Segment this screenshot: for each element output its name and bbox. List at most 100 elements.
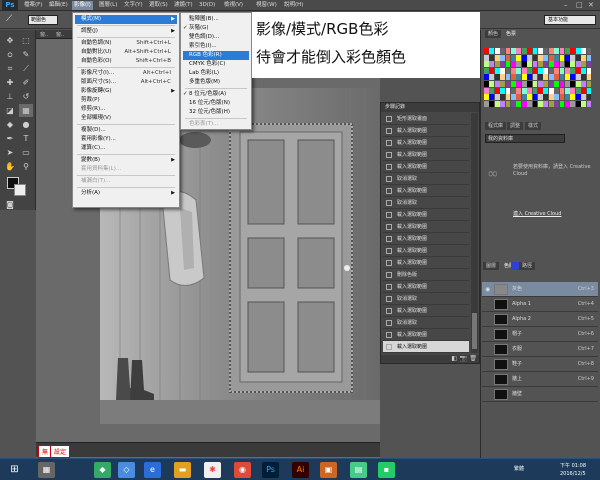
color-swatch[interactable] bbox=[554, 94, 559, 101]
image-menu-item[interactable]: 套用影像(Y)... bbox=[75, 135, 177, 144]
tab-paths[interactable]: 路徑 bbox=[519, 262, 536, 270]
color-swatch[interactable] bbox=[586, 94, 592, 101]
color-swatch[interactable] bbox=[581, 100, 586, 107]
color-swatch[interactable] bbox=[516, 54, 522, 61]
color-swatch[interactable] bbox=[532, 74, 538, 81]
image-menu-item[interactable]: 修剪(R)... bbox=[75, 105, 177, 114]
color-swatch[interactable] bbox=[548, 54, 554, 61]
visibility-eye-icon[interactable] bbox=[485, 391, 491, 397]
color-swatch[interactable] bbox=[586, 100, 592, 107]
color-swatch[interactable] bbox=[581, 48, 586, 54]
history-row[interactable]: 載入選取範圍 bbox=[383, 185, 469, 197]
menu-filter[interactable]: 濾鏡(T) bbox=[172, 1, 195, 10]
image-menu-item[interactable]: 補漏白(T)... bbox=[75, 177, 177, 186]
menu-layer[interactable]: 圖層(L) bbox=[97, 1, 119, 10]
illustrator-taskbar-icon[interactable]: Ai bbox=[292, 462, 309, 478]
mode-menu-item[interactable]: 16 位元/色版(N) bbox=[183, 99, 249, 108]
color-swatch[interactable] bbox=[570, 100, 576, 107]
color-swatch[interactable] bbox=[565, 87, 570, 94]
color-swatch[interactable] bbox=[516, 81, 522, 87]
tab-styles[interactable]: 樣式 bbox=[525, 122, 542, 130]
color-swatch[interactable] bbox=[527, 87, 532, 94]
history-row[interactable]: 載入選取範圍 bbox=[383, 149, 469, 161]
cc-signin-link[interactable]: 連入 Creative Cloud bbox=[513, 210, 561, 217]
quick-mask-icon[interactable]: ◙ bbox=[3, 198, 17, 211]
color-swatch[interactable] bbox=[554, 67, 559, 74]
close-icon[interactable]: ✕ bbox=[588, 1, 594, 9]
color-swatch[interactable] bbox=[570, 74, 576, 81]
color-swatch[interactable] bbox=[527, 54, 532, 61]
color-swatch[interactable] bbox=[548, 61, 554, 68]
mode-menu-item[interactable]: CMYK 色彩(C) bbox=[183, 60, 249, 69]
color-swatch[interactable] bbox=[575, 48, 581, 54]
color-swatch[interactable] bbox=[543, 81, 549, 87]
color-swatch[interactable] bbox=[532, 100, 538, 107]
color-swatch[interactable] bbox=[554, 81, 559, 87]
color-swatch[interactable] bbox=[494, 87, 500, 94]
menu-edit[interactable]: 編輯(E) bbox=[47, 1, 70, 10]
color-swatch[interactable] bbox=[559, 48, 565, 54]
visibility-eye-icon[interactable] bbox=[485, 361, 491, 367]
tab-swatches[interactable]: 色票 bbox=[503, 30, 520, 38]
color-swatch[interactable] bbox=[581, 74, 586, 81]
image-menu-item[interactable]: 自動對比(U) Alt+Shift+Ctrl+L bbox=[75, 48, 177, 57]
color-swatch[interactable] bbox=[532, 94, 538, 101]
image-menu-item[interactable]: 剪裁(P) bbox=[75, 96, 177, 105]
color-swatch[interactable] bbox=[559, 61, 565, 68]
color-swatch[interactable] bbox=[489, 48, 495, 54]
clock-date[interactable]: 2016/12/5 bbox=[560, 471, 586, 477]
color-swatch[interactable] bbox=[543, 100, 549, 107]
visibility-eye-icon[interactable] bbox=[485, 316, 491, 322]
color-swatch[interactable] bbox=[527, 94, 532, 101]
history-scroll-thumb[interactable] bbox=[472, 313, 477, 349]
color-swatch[interactable] bbox=[543, 54, 549, 61]
color-swatch[interactable] bbox=[527, 67, 532, 74]
color-swatch[interactable] bbox=[505, 61, 511, 68]
app-icon[interactable]: ▣ bbox=[320, 462, 337, 478]
color-swatch[interactable] bbox=[570, 54, 576, 61]
photoshop-taskbar-icon[interactable]: Ps bbox=[262, 462, 279, 478]
visibility-eye-icon[interactable] bbox=[485, 331, 491, 337]
app-icon[interactable]: ✱ bbox=[204, 462, 221, 478]
color-swatch[interactable] bbox=[565, 61, 570, 68]
color-swatch[interactable] bbox=[521, 100, 527, 107]
color-swatch[interactable] bbox=[516, 100, 522, 107]
color-swatch[interactable] bbox=[505, 87, 511, 94]
color-swatch[interactable] bbox=[527, 48, 532, 54]
color-swatch[interactable] bbox=[494, 81, 500, 87]
color-swatch[interactable] bbox=[505, 81, 511, 87]
color-swatch[interactable] bbox=[570, 81, 576, 87]
color-swatch[interactable] bbox=[500, 87, 505, 94]
eyedropper-icon[interactable]: ⟋ bbox=[19, 62, 33, 75]
tab-color[interactable]: 顏色 bbox=[485, 30, 502, 38]
color-swatch[interactable] bbox=[511, 94, 516, 101]
color-swatch[interactable] bbox=[586, 87, 592, 94]
dodge-tool-icon[interactable]: ● bbox=[19, 118, 33, 131]
color-swatch[interactable] bbox=[570, 87, 576, 94]
image-menu-item[interactable]: 版面尺寸(S)... Alt+Ctrl+C bbox=[75, 78, 177, 87]
color-swatch[interactable] bbox=[500, 100, 505, 107]
history-row[interactable]: 載入選取範圍 bbox=[383, 137, 469, 149]
menu-window[interactable]: 視窗(W) bbox=[254, 1, 279, 10]
history-row[interactable]: 取消選取 bbox=[383, 197, 469, 209]
history-scrollbar[interactable] bbox=[471, 113, 478, 353]
channel-row[interactable]: 帽子 Ctrl+6 bbox=[482, 327, 598, 342]
color-swatch[interactable] bbox=[500, 54, 505, 61]
history-row[interactable]: 刪除色版 bbox=[383, 269, 469, 281]
trash-icon[interactable]: 🗑 bbox=[469, 355, 477, 362]
color-swatch[interactable] bbox=[521, 87, 527, 94]
color-swatch[interactable] bbox=[565, 94, 570, 101]
color-swatch[interactable] bbox=[586, 67, 592, 74]
color-swatch[interactable] bbox=[500, 74, 505, 81]
explorer-icon[interactable]: ▦ bbox=[38, 462, 55, 478]
mode-menu-item[interactable]: 32 位元/色版(H) bbox=[183, 108, 249, 117]
pen-tool-icon[interactable]: ✒ bbox=[3, 132, 17, 145]
history-row[interactable]: 載入選取範圍 bbox=[383, 341, 469, 353]
app-icon[interactable]: ◆ bbox=[94, 462, 111, 478]
color-swatch[interactable] bbox=[516, 94, 522, 101]
maximize-icon[interactable]: □ bbox=[576, 1, 583, 9]
color-swatch[interactable] bbox=[543, 48, 549, 54]
hand-tool-icon[interactable]: ✋ bbox=[3, 160, 17, 173]
color-swatch[interactable] bbox=[484, 100, 489, 107]
visibility-eye-icon[interactable] bbox=[485, 301, 491, 307]
